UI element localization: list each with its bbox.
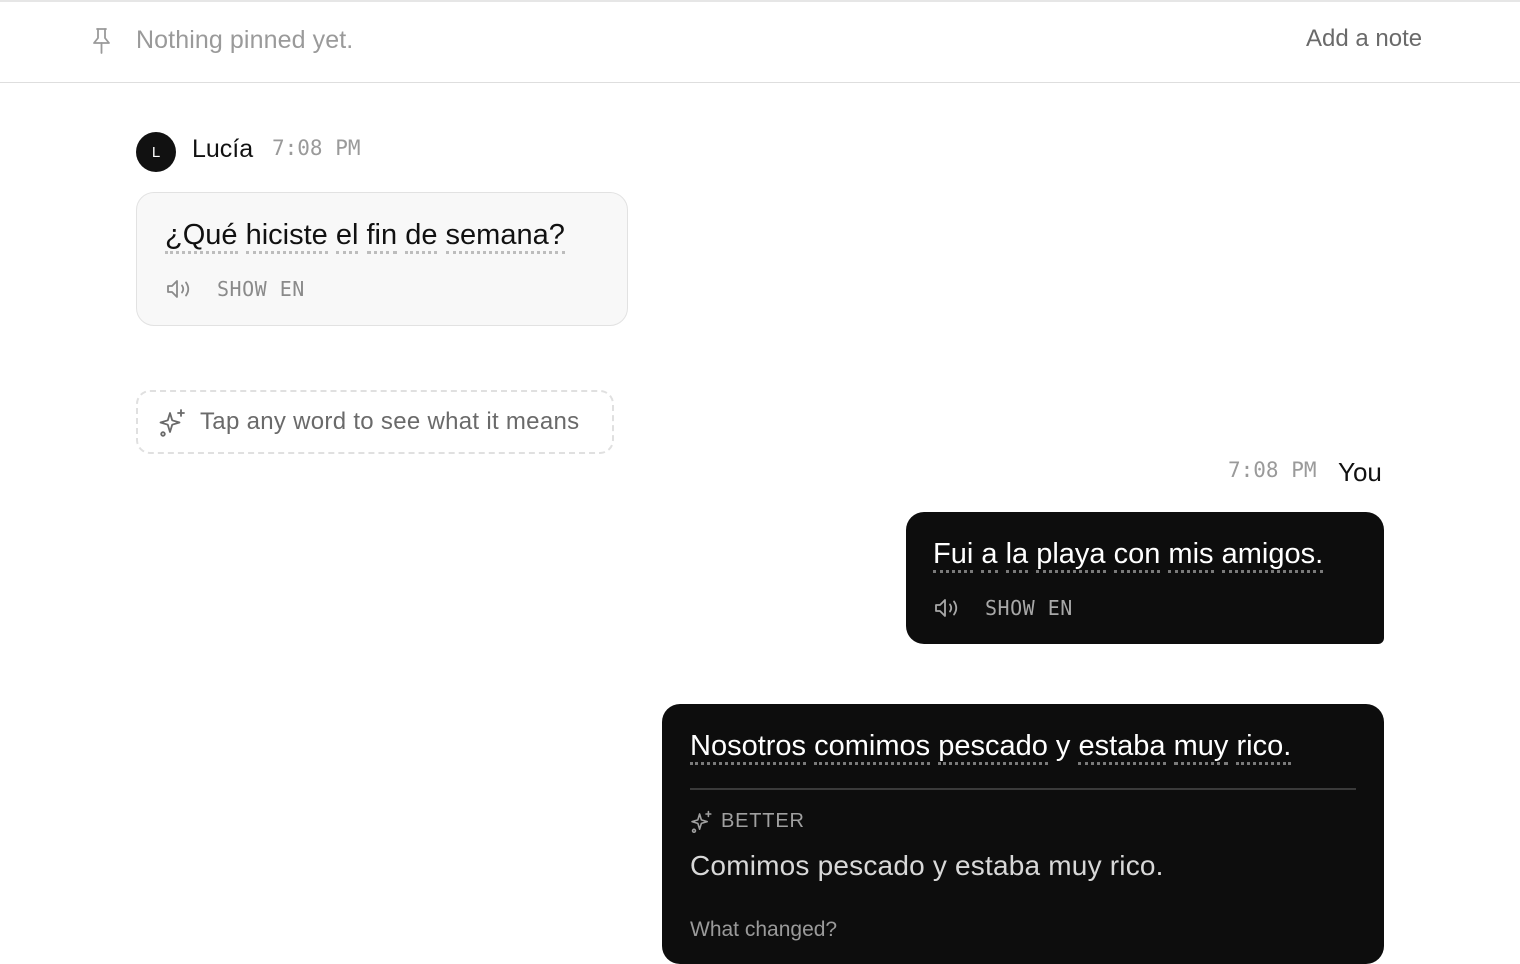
- sender-name: Lucía: [192, 135, 254, 163]
- incoming-message-bubble: ¿Qué hiciste el fin de semana? SHOW EN: [136, 192, 628, 326]
- word[interactable]: comimos: [814, 730, 931, 765]
- word[interactable]: mis: [1168, 538, 1214, 573]
- pinned-empty-text: Nothing pinned yet.: [136, 26, 354, 54]
- word-tap-hint: Tap any word to see what it means: [136, 390, 614, 454]
- word[interactable]: a: [981, 538, 998, 573]
- word[interactable]: fin: [366, 219, 398, 254]
- corrected-text: Comimos pescado y estaba muy rico.: [690, 850, 1164, 881]
- word[interactable]: Fui: [933, 538, 974, 573]
- message-actions: SHOW EN: [165, 277, 305, 301]
- word[interactable]: el: [335, 219, 359, 254]
- word[interactable]: pescado: [938, 730, 1048, 765]
- sender-name: You: [1338, 457, 1382, 487]
- speaker-icon[interactable]: [933, 596, 961, 620]
- message-text: Nosotros comimos pescado y estaba muy ri…: [690, 730, 1292, 765]
- outgoing-message-bubble: Nosotros comimos pescado y estaba muy ri…: [662, 704, 1384, 964]
- sparkle-icon: [158, 408, 188, 438]
- divider: [690, 788, 1356, 790]
- word[interactable]: hiciste: [245, 219, 328, 254]
- word[interactable]: muy: [1173, 730, 1229, 765]
- word[interactable]: amigos.: [1221, 538, 1324, 573]
- sparkle-icon: [690, 810, 714, 834]
- pinned-bar: Nothing pinned yet. Add a note: [0, 2, 1520, 83]
- word[interactable]: con: [1113, 538, 1161, 573]
- speaker-icon[interactable]: [165, 277, 193, 301]
- word[interactable]: Nosotros: [690, 730, 807, 765]
- show-translation-button[interactable]: SHOW EN: [985, 596, 1073, 620]
- message-actions: SHOW EN: [933, 596, 1073, 620]
- word[interactable]: y: [1056, 730, 1071, 762]
- show-translation-button[interactable]: SHOW EN: [217, 277, 305, 301]
- avatar-initial: L: [151, 143, 161, 161]
- message-timestamp: 7:08 PM: [1228, 458, 1317, 482]
- word[interactable]: estaba: [1078, 730, 1166, 765]
- outgoing-message-bubble: Fui a la playa con mis amigos. SHOW EN: [906, 512, 1384, 644]
- word[interactable]: playa: [1036, 538, 1106, 573]
- add-note-button[interactable]: Add a note: [1306, 25, 1422, 53]
- correction-label: BETTER: [721, 810, 805, 832]
- message-timestamp: 7:08 PM: [272, 136, 361, 160]
- avatar: L: [136, 132, 176, 172]
- word[interactable]: la: [1005, 538, 1029, 573]
- pin-icon: [88, 26, 114, 56]
- message-text: ¿Qué hiciste el fin de semana?: [165, 219, 565, 254]
- hint-text: Tap any word to see what it means: [200, 408, 580, 435]
- message-text: Fui a la playa con mis amigos.: [933, 538, 1324, 573]
- what-changed-link[interactable]: What changed?: [690, 918, 837, 942]
- word[interactable]: de: [405, 219, 438, 254]
- word[interactable]: rico.: [1236, 730, 1292, 765]
- word[interactable]: ¿Qué: [165, 219, 238, 254]
- word[interactable]: semana?: [445, 219, 565, 254]
